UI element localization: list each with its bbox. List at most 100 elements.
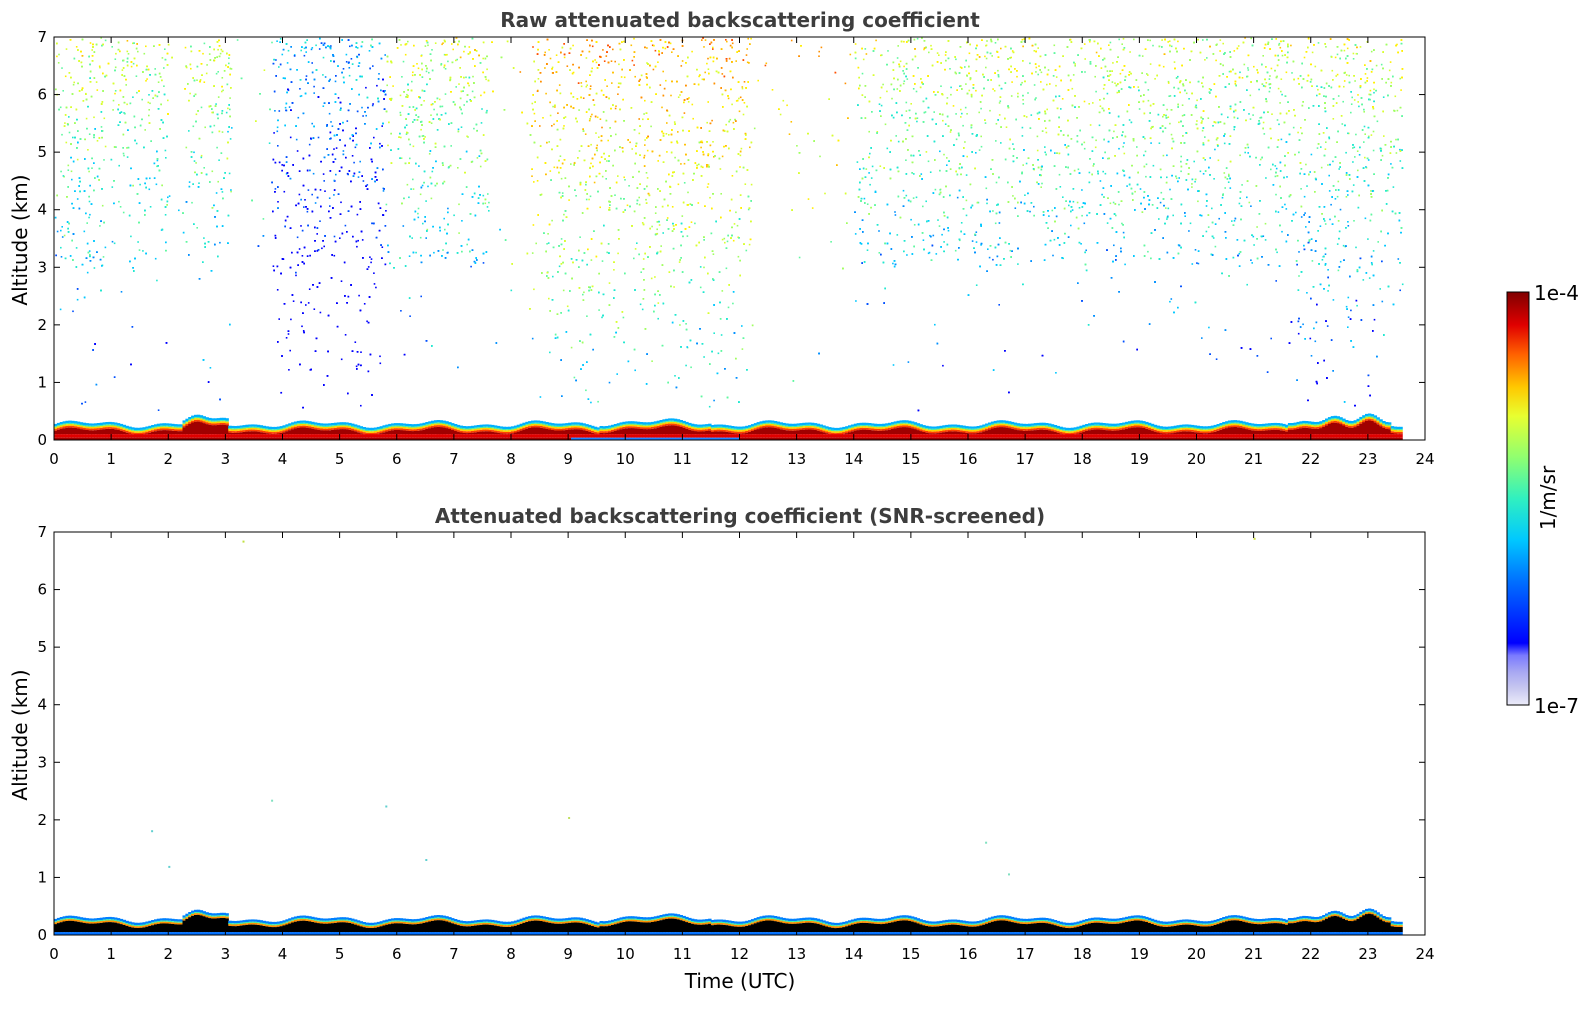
heatmap-cell xyxy=(742,113,745,116)
heatmap-cell xyxy=(91,49,93,51)
heatmap-cell xyxy=(329,205,331,207)
heatmap-cell xyxy=(913,224,916,226)
heatmap-cell xyxy=(913,173,915,175)
heatmap-cell xyxy=(447,207,449,210)
heatmap-cell xyxy=(411,74,414,77)
heatmap-cell xyxy=(679,94,681,96)
heatmap-cell xyxy=(334,80,337,83)
heatmap-cell xyxy=(349,45,351,48)
heatmap-cell xyxy=(1223,172,1226,174)
heatmap-cell xyxy=(1392,186,1395,188)
heatmap-cell xyxy=(595,61,598,64)
heatmap-cell xyxy=(533,112,536,115)
heatmap-cell xyxy=(748,243,751,246)
heatmap-cell xyxy=(547,242,550,244)
heatmap-cell xyxy=(622,316,625,319)
heatmap-cell xyxy=(561,192,564,194)
heatmap-cell xyxy=(688,97,690,99)
heatmap-cell xyxy=(712,141,714,143)
heatmap-cell xyxy=(313,85,315,88)
heatmap-cell xyxy=(920,173,923,175)
heatmap-cell xyxy=(1356,150,1359,152)
heatmap-cell xyxy=(218,159,220,161)
heatmap-cell xyxy=(156,279,158,282)
heatmap-cell xyxy=(539,125,541,127)
heatmap-cell xyxy=(1170,133,1173,136)
heatmap-cell xyxy=(612,48,614,51)
heatmap-cell xyxy=(130,65,133,68)
heatmap-cell xyxy=(1037,73,1039,76)
heatmap-cell xyxy=(677,131,679,133)
heatmap-cell xyxy=(681,60,684,62)
heatmap-cell xyxy=(1250,37,1252,40)
heatmap-cell xyxy=(1388,69,1391,72)
heatmap-cell xyxy=(735,211,737,214)
heatmap-cell xyxy=(1399,148,1401,151)
heatmap-cell xyxy=(310,48,313,51)
heatmap-cell xyxy=(271,41,273,44)
heatmap-cell xyxy=(1305,226,1307,228)
heatmap-cell xyxy=(311,62,313,64)
heatmap-cell xyxy=(409,157,411,160)
heatmap-cell xyxy=(626,204,629,207)
heatmap-cell xyxy=(1325,141,1327,143)
heatmap-cell xyxy=(1263,133,1266,135)
heatmap-cell xyxy=(757,79,759,82)
heatmap-cell xyxy=(408,255,411,257)
heatmap-cell xyxy=(132,62,135,65)
heatmap-cell xyxy=(450,145,452,147)
heatmap-cell xyxy=(1248,113,1250,115)
heatmap-cell xyxy=(443,66,445,69)
heatmap-cell xyxy=(130,235,132,238)
heatmap-cell xyxy=(1347,316,1350,318)
heatmap-cell xyxy=(611,82,613,84)
heatmap-cell xyxy=(1376,120,1379,123)
heatmap-cell xyxy=(488,201,490,204)
heatmap-cell xyxy=(376,84,378,87)
heatmap-cell xyxy=(405,124,408,126)
heatmap-cell xyxy=(122,152,125,155)
heatmap-cell xyxy=(1381,154,1384,157)
heatmap-cell xyxy=(1134,190,1136,193)
heatmap-cell xyxy=(1139,188,1142,190)
heatmap-cell xyxy=(1270,168,1272,171)
heatmap-cell xyxy=(570,163,572,165)
heatmap-cell xyxy=(288,369,290,371)
heatmap-cell xyxy=(1279,46,1282,49)
heatmap-cell xyxy=(548,49,550,51)
heatmap-cell xyxy=(143,52,146,55)
heatmap-cell xyxy=(1239,154,1241,157)
heatmap-cell xyxy=(608,381,611,384)
heatmap-cell xyxy=(535,242,537,245)
heatmap-cell xyxy=(699,266,702,268)
heatmap-cell xyxy=(854,233,857,235)
heatmap-cell xyxy=(623,176,625,179)
heatmap-cell xyxy=(944,123,947,125)
heatmap-cell xyxy=(1357,94,1359,96)
heatmap-cell xyxy=(643,154,646,157)
heatmap-cell xyxy=(894,214,897,216)
heatmap-cell xyxy=(985,44,988,47)
heatmap-cell xyxy=(404,53,407,56)
heatmap-cell xyxy=(368,50,371,52)
heatmap-cell xyxy=(73,81,75,84)
heatmap-cell xyxy=(313,92,315,94)
heatmap-cell xyxy=(57,62,60,64)
heatmap-cell xyxy=(372,103,374,105)
heatmap-cell xyxy=(1365,166,1367,168)
heatmap-cell xyxy=(978,149,981,151)
heatmap-cell xyxy=(379,362,382,365)
heatmap-cell xyxy=(968,52,971,55)
heatmap-cell xyxy=(1035,97,1037,99)
heatmap-cell xyxy=(707,68,710,70)
heatmap-cell xyxy=(324,76,327,78)
heatmap-cell xyxy=(1270,67,1273,70)
heatmap-cell xyxy=(466,243,468,246)
heatmap-cell xyxy=(961,112,963,115)
heatmap-cell xyxy=(879,96,882,99)
heatmap-cell xyxy=(1188,230,1190,232)
heatmap-cell xyxy=(324,190,326,192)
heatmap-cell xyxy=(1102,87,1105,90)
heatmap-cell xyxy=(149,177,151,180)
heatmap-cell xyxy=(741,348,744,350)
